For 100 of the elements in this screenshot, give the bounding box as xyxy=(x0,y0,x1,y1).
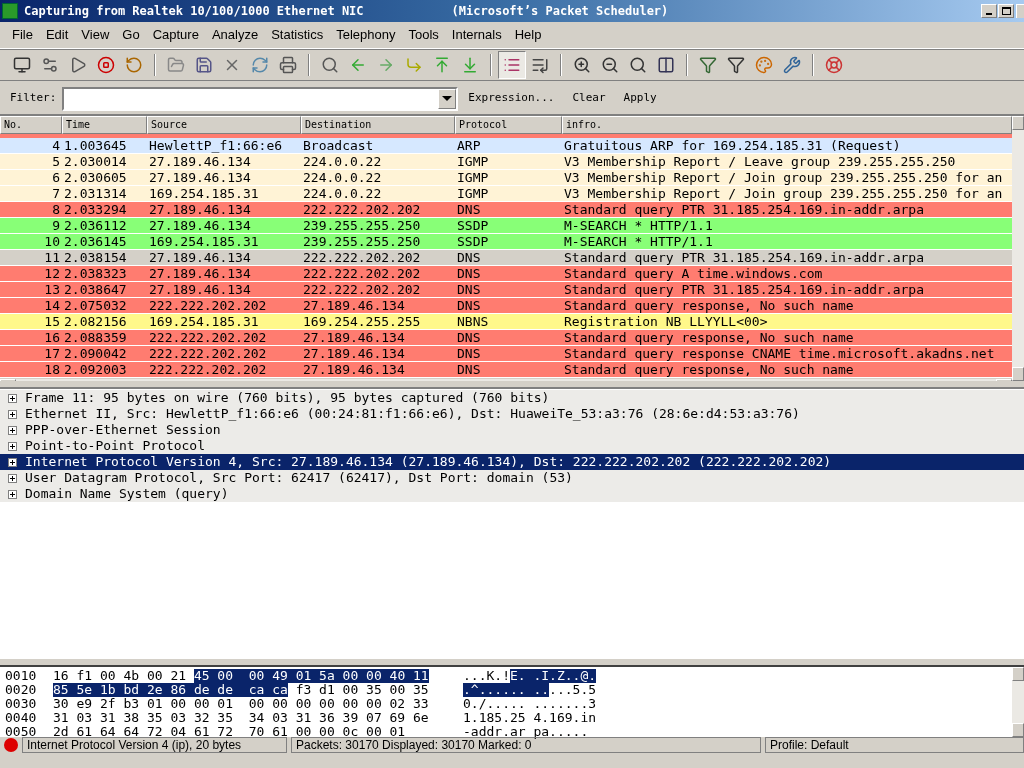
packet-row[interactable]: 13 2.038647 27.189.46.134 222.222.202.202 DNS Standard query PTR 31.185.254.169.in-addr.arpa xyxy=(0,282,1012,298)
window-subtitle: (Microsoft’s Packet Scheduler) xyxy=(451,3,669,20)
packet-row[interactable]: 6 2.030605 27.189.46.134 224.0.0.22 IGMP V3 Membership Report / Join group 239.255.255.250 for an xyxy=(0,170,1012,186)
table-cell-text: V3 Membership Report / Join group 239.255.255.250 for an xyxy=(563,170,1004,185)
filter-button[interactable]: Expression... xyxy=(460,87,563,110)
expand-icon[interactable] xyxy=(8,457,17,467)
packet-row[interactable]: 9 2.036112 27.189.46.134 239.255.255.250 SSDP M-SEARCH * HTTP/1.1 xyxy=(0,218,1012,234)
filter-button[interactable]: Clear xyxy=(564,87,614,110)
table-cell-text: 222.222.202.202 xyxy=(148,298,268,313)
table-cell-text: 239.255.255.250 xyxy=(302,234,422,249)
table-cell-text: 27.189.46.134 xyxy=(302,330,406,345)
table-cell-text: V3 Membership Report / Join group 239.255.255.250 for an xyxy=(563,186,1004,201)
table-cell-text: NBNS xyxy=(456,314,490,329)
table-cell-text: 8 xyxy=(51,202,61,217)
column-header[interactable]: Destination xyxy=(301,116,455,134)
table-cell-text: 2.030605 xyxy=(63,170,128,185)
packet-row[interactable]: 7 2.031314 169.254.185.31 224.0.0.22 IGMP V3 Membership Report / Join group 239.255.255.250 for an xyxy=(0,186,1012,202)
expand-icon[interactable] xyxy=(8,409,17,419)
filter-label: Filter: xyxy=(10,90,57,107)
table-cell-text: Gratuitous ARP for 169.254.185.31 (Request) xyxy=(563,138,902,153)
table-cell-text: 27.189.46.134 xyxy=(302,362,406,377)
table-cell-text: DNS xyxy=(456,298,482,313)
expand-icon[interactable] xyxy=(8,489,17,499)
detail-item[interactable]: Frame 11: 95 bytes on wire (760 bits), 95 bytes captured (760 bits) xyxy=(0,390,1024,406)
table-cell-text: 2.036112 xyxy=(63,218,128,233)
table-cell-text: SSDP xyxy=(456,234,490,249)
filter-button[interactable]: Apply xyxy=(615,87,665,110)
vertical-scrollbar[interactable] xyxy=(1012,667,1024,737)
menu-item[interactable]: Help xyxy=(514,25,542,45)
menu-item[interactable]: View xyxy=(81,25,110,45)
expand-icon[interactable] xyxy=(8,425,17,435)
packet-row[interactable]: 18 2.092003 222.222.202.202 27.189.46.134 DNS Standard query response, No such name xyxy=(0,362,1012,378)
table-cell-text: 222.222.202.202 xyxy=(148,362,268,377)
table-cell-text: 2.033294 xyxy=(63,202,128,217)
packet-row[interactable]: 15 2.082156 169.254.185.31 169.254.255.255 NBNS Registration NB LLYYLL<00> xyxy=(0,314,1012,330)
expand-icon[interactable] xyxy=(8,473,17,483)
menu-item[interactable]: File xyxy=(12,25,33,45)
table-cell-text: 7 xyxy=(51,186,61,201)
detail-item[interactable]: User Datagram Protocol, Src Port: 62417 (62417), Dst Port: domain (53) xyxy=(0,470,1024,486)
table-cell-text: 9 xyxy=(51,218,61,233)
table-cell-text: Standard query PTR 31.185.254.169.in-addr.arpa xyxy=(563,250,926,265)
hex-offset: 0030 xyxy=(5,697,38,711)
menu-item[interactable]: Telephony xyxy=(336,25,396,45)
menu-item[interactable]: Analyze xyxy=(211,25,259,45)
table-cell-text: DNS xyxy=(456,202,482,217)
packet-row[interactable]: 12 2.038323 27.189.46.134 222.222.202.202 DNS Standard query A time.windows.com xyxy=(0,266,1012,282)
table-cell-text: Standard query response CNAME time.microsoft.akadns.net xyxy=(563,346,996,361)
table-cell-text: IGMP xyxy=(456,186,490,201)
table-cell-text: 239.255.255.250 xyxy=(302,218,422,233)
minimize-button[interactable] xyxy=(981,4,997,18)
detail-item[interactable]: PPP-over-Ethernet Session xyxy=(0,422,1024,438)
table-cell-text: 27.189.46.134 xyxy=(148,202,252,217)
packet-row[interactable]: 8 2.033294 27.189.46.134 222.222.202.202 DNS Standard query PTR 31.185.254.169.in-addr.arpa xyxy=(0,202,1012,218)
packet-row[interactable]: 16 2.088359 222.222.202.202 27.189.46.134 DNS Standard query response, No such name xyxy=(0,330,1012,346)
menu-item[interactable]: Go xyxy=(122,25,140,45)
hex-offset: 0040 xyxy=(5,711,38,725)
detail-item[interactable]: Point-to-Point Protocol xyxy=(0,438,1024,454)
expert-info-icon[interactable] xyxy=(4,738,18,752)
table-cell-text: 222.222.202.202 xyxy=(148,346,268,361)
menu-item[interactable]: Tools xyxy=(408,25,439,45)
column-header[interactable]: Protocol xyxy=(455,116,562,134)
table-cell-text: Standard query response, No such name xyxy=(563,330,855,345)
filter-field[interactable] xyxy=(62,86,459,111)
table-cell-text: M-SEARCH * HTTP/1.1 xyxy=(563,218,714,233)
expand-icon[interactable] xyxy=(8,441,17,451)
detail-item[interactable]: Ethernet II, Src: HewlettP_f1:66:e6 (00:24:81:f1:66:e6), Dst: HuaweiTe_53:a3:76 (28:6e:d4:53:a3:76) xyxy=(0,406,1024,422)
table-cell-text: 27.189.46.134 xyxy=(148,266,252,281)
colorize-icon[interactable] xyxy=(498,51,526,79)
vertical-scrollbar[interactable] xyxy=(1012,116,1024,381)
table-cell-text: 11 xyxy=(43,250,61,265)
table-cell-text: 2.090042 xyxy=(63,346,128,361)
menu-item[interactable]: Statistics xyxy=(271,25,324,45)
table-cell-text: ARP xyxy=(456,138,482,153)
menu-item[interactable]: Capture xyxy=(152,25,199,45)
dropdown-button[interactable] xyxy=(438,88,457,109)
column-header[interactable]: Time xyxy=(62,116,147,134)
column-header[interactable]: No. xyxy=(0,116,62,134)
table-cell-text: DNS xyxy=(456,266,482,281)
column-header[interactable]: Source xyxy=(147,116,301,134)
packet-row[interactable]: 11 2.038154 27.189.46.134 222.222.202.202 DNS Standard query PTR 31.185.254.169.in-addr.arpa xyxy=(0,250,1012,266)
table-cell-text: 17 xyxy=(43,346,61,361)
table-cell-text: DNS xyxy=(456,362,482,377)
column-header[interactable]: infro. xyxy=(562,116,1012,134)
table-cell-text: DNS xyxy=(456,330,482,345)
packet-row[interactable]: 10 2.036145 169.254.185.31 239.255.255.250 SSDP M-SEARCH * HTTP/1.1 xyxy=(0,234,1012,250)
menu-item[interactable]: Internals xyxy=(451,25,502,45)
ascii-text: -addr.ar pa..... xyxy=(463,725,589,739)
maximize-button[interactable] xyxy=(998,4,1014,18)
expand-icon[interactable] xyxy=(8,393,17,403)
detail-item[interactable]: Internet Protocol Version 4, Src: 27.189.46.134 (27.189.46.134), Dst: 222.222.202.202 (222.222.202.202) xyxy=(0,454,1024,470)
ascii-text: .^...... .. xyxy=(463,683,550,697)
ascii-text: 1.185.25 4.169.in xyxy=(463,711,597,725)
table-cell-text: 2.031314 xyxy=(63,186,128,201)
detail-item[interactable]: Domain Name System (query) xyxy=(0,486,1024,502)
menu-item[interactable]: Edit xyxy=(45,25,69,45)
hex-offset: 0050 xyxy=(5,725,38,739)
packet-row[interactable]: 14 2.075032 222.222.202.202 27.189.46.134 DNS Standard query response, No such name xyxy=(0,298,1012,314)
packet-row[interactable]: 5 2.030014 27.189.46.134 224.0.0.22 IGMP V3 Membership Report / Leave group 239.255.255.250 xyxy=(0,154,1012,170)
packet-row[interactable]: 4 1.003645 HewlettP_f1:66:e6 Broadcast ARP Gratuitous ARP for 169.254.185.31 (Request) xyxy=(0,138,1012,154)
packet-row[interactable]: 17 2.090042 222.222.202.202 27.189.46.134 DNS Standard query response CNAME time.microsoft.akadns.net xyxy=(0,346,1012,362)
